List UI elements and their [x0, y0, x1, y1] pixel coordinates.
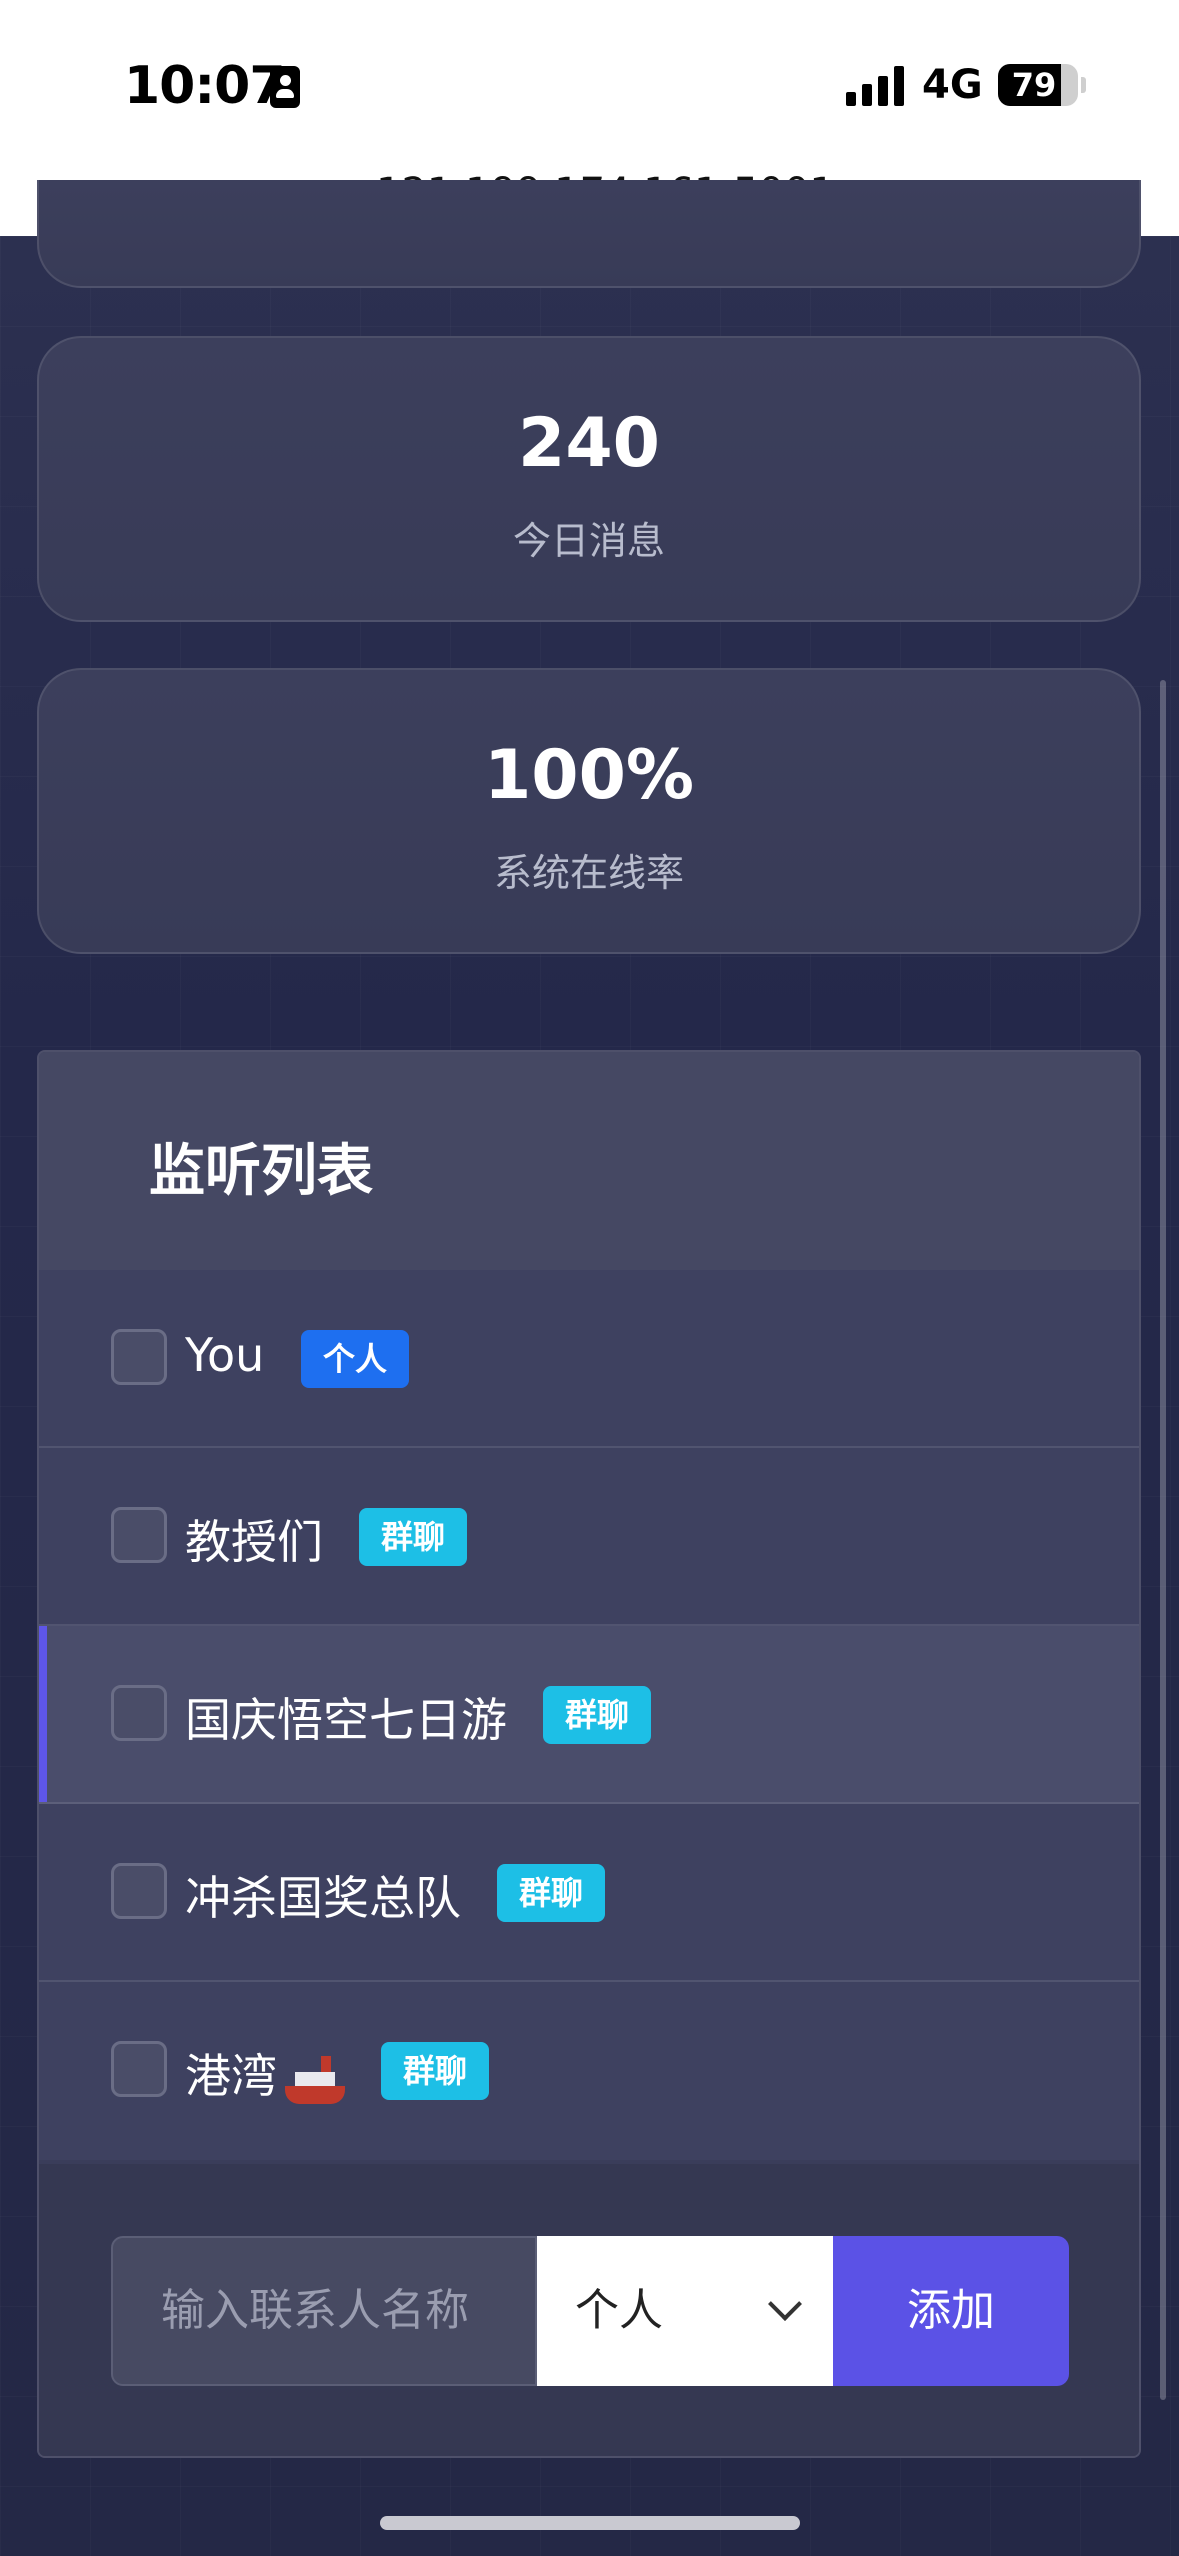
- item-name: You: [185, 1328, 265, 1382]
- panel-title: 监听列表: [149, 1139, 373, 1204]
- add-contact-form: 输入联系人名称 个人 添加: [39, 2164, 1139, 2456]
- item-name-wrap: 港湾: [185, 2040, 347, 2106]
- stat-value: 100%: [483, 736, 695, 815]
- item-name: 冲杀国奖总队: [185, 1871, 461, 1925]
- list-item[interactable]: 冲杀国奖总队 群聊: [39, 1804, 1139, 1982]
- list-item[interactable]: You 个人: [39, 1270, 1139, 1448]
- battery-level: 79: [1011, 66, 1057, 104]
- contact-name-input[interactable]: 输入联系人名称: [111, 2236, 537, 2386]
- tag-badge: 群聊: [359, 1508, 468, 1566]
- list-item[interactable]: 教授们 群聊: [39, 1448, 1139, 1626]
- stat-label: 今日消息: [512, 519, 665, 563]
- item-name: 港湾: [185, 2049, 277, 2103]
- chevron-down-icon: [768, 2287, 802, 2321]
- stat-card-partial: [37, 180, 1141, 288]
- item-checkbox[interactable]: [111, 1685, 167, 1741]
- ship-icon: [283, 2054, 347, 2106]
- select-value: 个人: [575, 2285, 663, 2336]
- item-checkbox[interactable]: [111, 1863, 167, 1919]
- item-name: 教授们: [185, 1515, 323, 1569]
- home-indicator[interactable]: [380, 2516, 800, 2530]
- tag-badge: 群聊: [497, 1864, 606, 1922]
- contact-card-icon: [270, 66, 300, 108]
- stat-card-uptime: 100% 系统在线率: [37, 668, 1141, 954]
- scrollbar[interactable]: [1160, 680, 1166, 2400]
- item-name: 国庆悟空七日游: [185, 1693, 507, 1747]
- list-item[interactable]: 港湾 群聊: [39, 1982, 1139, 2160]
- monitor-panel: 监听列表 You 个人 教授们 群聊 国庆悟空七日游 群聊 冲杀国奖总队 群聊 …: [37, 1050, 1141, 2458]
- tag-badge: 群聊: [381, 2042, 490, 2100]
- item-checkbox[interactable]: [111, 1507, 167, 1563]
- battery-icon: 79: [998, 64, 1078, 106]
- stat-card-messages: 240 今日消息: [37, 336, 1141, 622]
- signal-icon: [846, 66, 906, 106]
- status-time: 10:07: [124, 56, 286, 116]
- tag-badge: 个人: [301, 1330, 410, 1388]
- battery-cap: [1081, 77, 1086, 93]
- stat-label: 系统在线率: [493, 851, 684, 895]
- item-checkbox[interactable]: [111, 1329, 167, 1385]
- panel-header: 监听列表: [39, 1052, 1139, 1272]
- status-bar: 10:07 4G 79: [0, 0, 1179, 160]
- item-checkbox[interactable]: [111, 2041, 167, 2097]
- list-item[interactable]: 国庆悟空七日游 群聊: [39, 1626, 1139, 1804]
- network-type: 4G: [922, 62, 983, 108]
- contact-type-select[interactable]: 个人: [537, 2236, 833, 2386]
- stat-value: 240: [518, 404, 660, 483]
- add-button[interactable]: 添加: [833, 2236, 1069, 2386]
- tag-badge: 群聊: [543, 1686, 652, 1744]
